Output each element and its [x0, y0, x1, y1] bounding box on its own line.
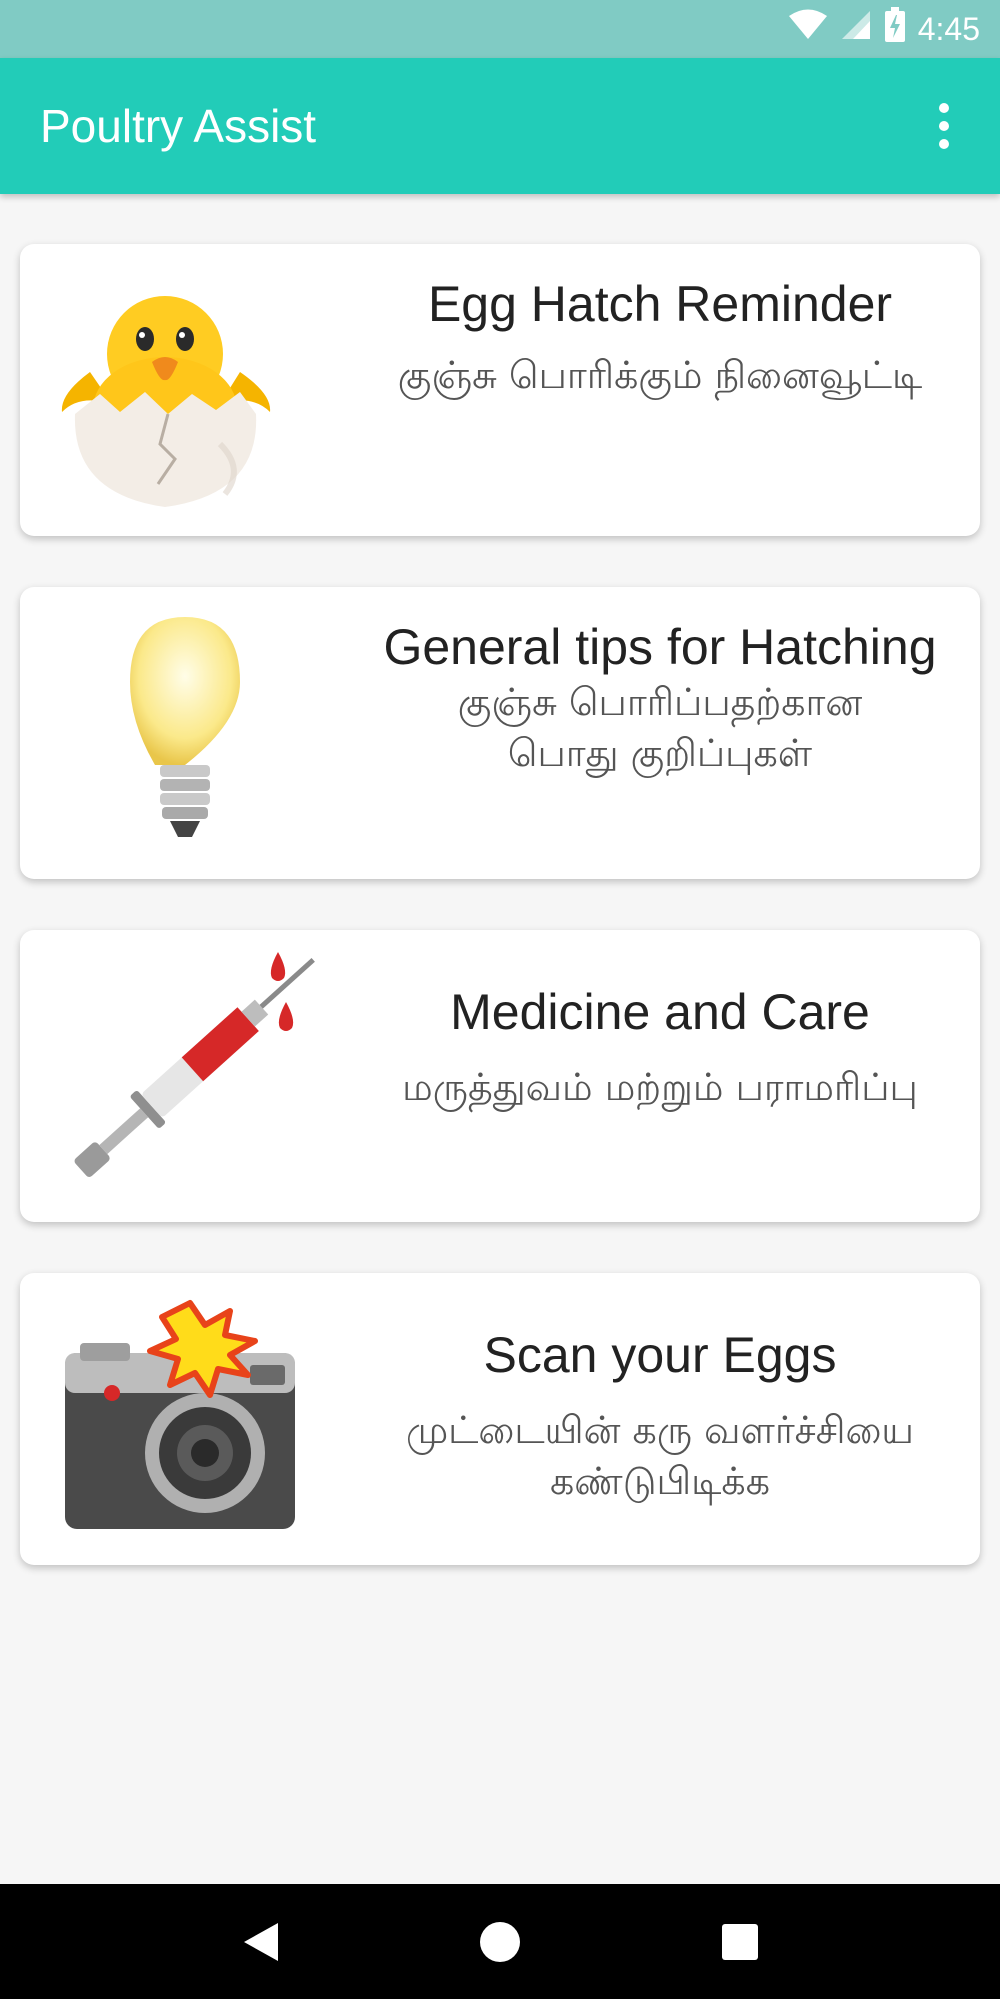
card-subtitle-line1: முட்டையின் கரு வளர்ச்சியை [405, 1408, 915, 1452]
wifi-icon [788, 9, 828, 49]
back-icon[interactable] [220, 1902, 300, 1982]
light-bulb-icon [20, 587, 350, 879]
card-text: Scan your Eggs முட்டையின் கரு வளர்ச்சியை… [350, 1273, 980, 1565]
status-time: 4:45 [917, 10, 980, 47]
hatching-chick-icon [20, 244, 350, 536]
status-bar: 4:45 [0, 0, 1000, 58]
card-title: Medicine and Care [450, 984, 870, 1040]
menu-list: Egg Hatch Reminder குஞ்சு பொரிக்கும் நின… [0, 194, 1000, 1884]
card-title: Egg Hatch Reminder [427, 276, 893, 332]
card-text: General tips for Hatching குஞ்சு பொரிப்ப… [350, 587, 980, 879]
cellular-signal-icon [840, 9, 872, 49]
app-title: Poultry Assist [40, 100, 317, 152]
card-subtitle-line2: பொது குறிப்புகள் [507, 731, 813, 776]
card-text: Egg Hatch Reminder குஞ்சு பொரிக்கும் நின… [350, 244, 980, 536]
card-text: Medicine and Care மருத்துவம் மற்றும் பரா… [350, 930, 980, 1222]
home-icon[interactable] [460, 1902, 540, 1982]
card-egg-hatch-reminder[interactable]: Egg Hatch Reminder குஞ்சு பொரிக்கும் நின… [20, 244, 980, 536]
recents-icon[interactable] [700, 1902, 780, 1982]
card-general-tips[interactable]: General tips for Hatching குஞ்சு பொரிப்ப… [20, 587, 980, 879]
card-subtitle: குஞ்சு பொரிக்கும் நினைவூட்டி [397, 353, 923, 397]
card-scan-eggs[interactable]: Scan your Eggs முட்டையின் கரு வளர்ச்சியை… [20, 1273, 980, 1565]
navigation-bar [0, 1884, 1000, 1999]
card-medicine-care[interactable]: Medicine and Care மருத்துவம் மற்றும் பரா… [20, 930, 980, 1222]
overflow-menu-icon[interactable] [914, 86, 974, 166]
card-title: General tips for Hatching [383, 619, 937, 675]
syringe-icon [20, 930, 350, 1222]
card-title: Scan your Eggs [483, 1327, 837, 1383]
card-subtitle: மருத்துவம் மற்றும் பராமரிப்பு [402, 1065, 918, 1109]
card-subtitle-line2: கண்டுபிடிக்க [549, 1459, 771, 1504]
card-subtitle-line1: குஞ்சு பொரிப்பதற்கான [457, 680, 863, 724]
battery-charging-icon [884, 7, 906, 51]
camera-flash-icon [20, 1273, 350, 1565]
app-bar: Poultry Assist [0, 58, 1000, 194]
